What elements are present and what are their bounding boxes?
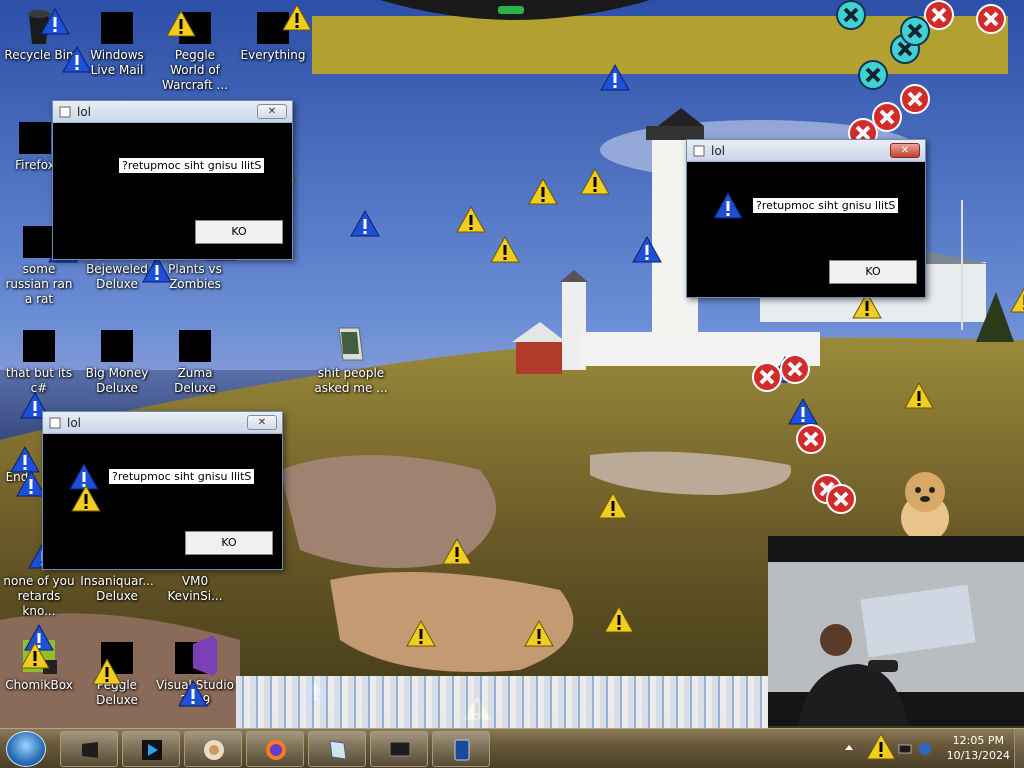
ok-button[interactable]: KO (195, 220, 283, 244)
media-center-icon (82, 742, 98, 758)
desktop-icon-everything[interactable]: Everything (234, 6, 312, 63)
desktop-icon-recycle-bin[interactable]: Recycle Bin (0, 6, 78, 63)
overlay-banner (312, 16, 1008, 74)
recycle-bin-icon (28, 10, 50, 44)
redacted-icon (179, 12, 211, 44)
icon-label: Plants vs Zombies (168, 262, 222, 291)
webcam-overlay (768, 536, 1024, 726)
desktop-icon-chomikbox[interactable]: ChomikBox (0, 636, 78, 693)
taskbar-button-notepad[interactable] (308, 731, 366, 767)
icon-label: some russian ran a rat (5, 262, 73, 306)
visual-studio-icon (193, 636, 217, 676)
webcam-feed (768, 536, 1024, 726)
icon-label: Bejeweled Deluxe (86, 262, 148, 291)
dialog-titlebar[interactable]: lol ✕ (687, 140, 925, 162)
taskbar-button-media-player[interactable] (122, 731, 180, 767)
volume-icon[interactable] (918, 742, 932, 756)
dialog-message: ?retupmoc siht gnisu llitS (119, 158, 265, 173)
notepad-icon (329, 740, 347, 760)
icon-label: Visual Studio 2019 (156, 678, 234, 707)
close-button[interactable]: ✕ (247, 415, 277, 430)
monitor-icon (389, 741, 411, 757)
redacted-icon (101, 330, 133, 362)
redacted-icon (101, 12, 133, 44)
info-icon (713, 192, 743, 219)
redacted-icon (23, 330, 55, 362)
redacted-icon (101, 642, 133, 674)
desktop-icon-zuma-deluxe[interactable]: Zuma Deluxe (156, 324, 234, 396)
icon-label: ChomikBox (5, 678, 73, 692)
desktop-icon-visual-studio[interactable]: Visual Studio 2019 (156, 636, 234, 708)
desktop-icon-windows-live-mail[interactable]: Windows Live Mail (78, 6, 156, 78)
dialog-title: lol (77, 104, 92, 119)
firefox-icon (266, 740, 286, 760)
app-icon (693, 145, 705, 156)
icon-label: Peggle World of Warcraft ... (162, 48, 228, 92)
desktop-icon-that-but-its-csharp[interactable]: that but its c# (0, 324, 78, 396)
icon-label: Insaniquar... Deluxe (80, 574, 154, 603)
icon-label: Zuma Deluxe (174, 366, 216, 395)
app-icon (59, 106, 71, 117)
dialog-titlebar[interactable]: lol ✕ (43, 412, 282, 434)
system-tray: 12:05 PM 10/13/2024 (840, 729, 1024, 768)
chomikbox-icon (23, 640, 57, 674)
warning-tray-icon[interactable] (866, 733, 896, 760)
orb-app-icon (204, 740, 224, 760)
icon-label: that but its c# (5, 366, 73, 395)
dog-sticker (901, 472, 949, 542)
taskbar-button-tablet[interactable] (432, 731, 490, 767)
clock[interactable]: 12:05 PM 10/13/2024 (947, 733, 1010, 763)
redacted-icon (23, 226, 55, 258)
glitch-strip (236, 676, 768, 728)
desktop-icon-peggle-deluxe[interactable]: Peggle Deluxe (78, 636, 156, 708)
dialog-title: lol (711, 143, 726, 158)
taskbar-button-monitor[interactable] (370, 731, 428, 767)
icon-label: Windows Live Mail (90, 48, 144, 77)
app-icon (49, 417, 61, 428)
folder-icon (338, 327, 364, 361)
message-dialog[interactable]: lol ✕ ?retupmoc siht gnisu llitS KO (686, 139, 926, 298)
message-dialog[interactable]: lol ✕ ?retupmoc siht gnisu llitS KO (42, 411, 283, 570)
ok-button[interactable]: KO (185, 531, 273, 555)
desktop-icon-big-money-deluxe[interactable]: Big Money Deluxe (78, 324, 156, 396)
icon-label: VM0 KevinSi... (167, 574, 223, 603)
icon-label: none of you retards kno... (3, 574, 75, 618)
ok-button[interactable]: KO (829, 260, 917, 284)
redacted-icon (179, 330, 211, 362)
taskbar-button-orb-app[interactable] (184, 731, 242, 767)
show-desktop-button[interactable] (1014, 729, 1024, 768)
close-button[interactable]: ✕ (890, 143, 920, 158)
dialog-titlebar[interactable]: lol ✕ (53, 101, 292, 123)
message-dialog[interactable]: lol ✕ ?retupmoc siht gnisu llitS KO (52, 100, 293, 260)
icon-label: Big Money Deluxe (85, 366, 149, 395)
dialog-message: ?retupmoc siht gnisu llitS (109, 469, 255, 484)
icon-label: shit people asked me ... (314, 366, 388, 395)
media-player-icon (142, 740, 162, 760)
taskbar-button-media-center[interactable] (60, 731, 118, 767)
desktop-icon-shit-people-asked-me[interactable]: shit people asked me ... (312, 324, 390, 396)
desktop-icon-peggle-wow[interactable]: Peggle World of Warcraft ... (156, 6, 234, 93)
start-button[interactable] (6, 731, 46, 767)
taskbar: 12:05 PM 10/13/2024 (0, 728, 1024, 768)
dialog-title: lol (67, 415, 82, 430)
taskbar-button-firefox[interactable] (246, 731, 304, 767)
tablet-icon (454, 739, 470, 761)
network-icon[interactable] (898, 742, 912, 756)
top-notch-icon (380, 0, 650, 20)
clock-time: 12:05 PM (952, 734, 1004, 747)
icon-label: Recycle Bin (4, 48, 74, 62)
redacted-icon (19, 122, 51, 154)
redacted-icon (257, 12, 289, 44)
warning-icon (71, 485, 101, 512)
clock-date: 10/13/2024 (946, 749, 1010, 762)
close-button[interactable]: ✕ (257, 104, 287, 119)
dialog-message: ?retupmoc siht gnisu llitS (753, 198, 899, 213)
icon-label: Peggle Deluxe (96, 678, 138, 707)
icon-label: Everything (240, 48, 306, 62)
show-hidden-icons-icon[interactable] (844, 743, 854, 753)
